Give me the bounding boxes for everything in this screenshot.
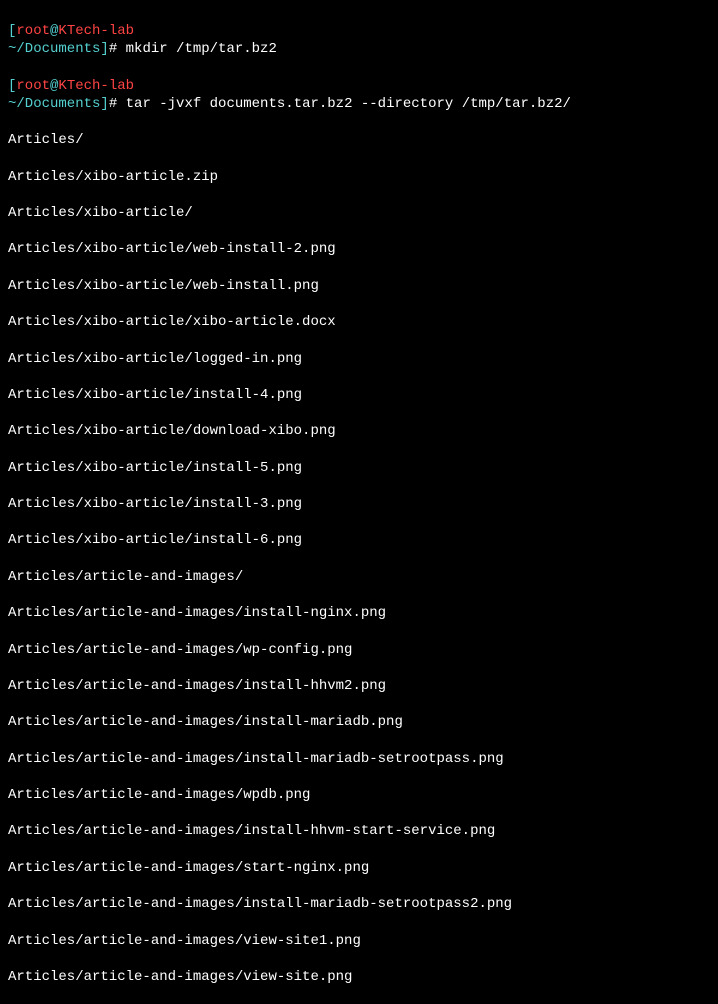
prompt-user: root [16, 78, 50, 94]
output-line: Articles/xibo-article/install-6.png [8, 531, 710, 549]
output-line: Articles/xibo-article/web-install-2.png [8, 240, 710, 258]
output-line: Articles/article-and-images/install-hhvm… [8, 677, 710, 695]
output-line: Articles/xibo-article/xibo-article.docx [8, 313, 710, 331]
output-line: Articles/xibo-article/install-4.png [8, 386, 710, 404]
bracket-close: ] [100, 41, 108, 57]
output-line: Articles/xibo-article/install-3.png [8, 495, 710, 513]
output-line: Articles/article-and-images/install-hhvm… [8, 822, 710, 840]
prompt-host: KTech-lab [58, 78, 134, 94]
bracket-close: ] [100, 96, 108, 112]
output-line: Articles/article-and-images/view-site.pn… [8, 968, 710, 986]
output-line: Articles/article-and-images/view-site1.p… [8, 932, 710, 950]
command-text: tar -jvxf documents.tar.bz2 --directory … [117, 96, 571, 112]
output-line: Articles/xibo-article/download-xibo.png [8, 422, 710, 440]
prompt-user: root [16, 23, 50, 39]
prompt-line-2: [root@KTech-lab ~/Documents]# tar -jvxf … [8, 77, 710, 113]
output-line: Articles/xibo-article/install-5.png [8, 459, 710, 477]
output-line: Articles/xibo-article/ [8, 204, 710, 222]
prompt-host: KTech-lab [58, 23, 134, 39]
prompt-hash: # [109, 96, 117, 112]
output-line: Articles/article-and-images/wp-config.pn… [8, 641, 710, 659]
output-line: Articles/xibo-article/logged-in.png [8, 350, 710, 368]
prompt-path: ~/Documents [8, 41, 100, 57]
output-line: Articles/article-and-images/install-mari… [8, 713, 710, 731]
output-line: Articles/article-and-images/install-mari… [8, 750, 710, 768]
prompt-path: ~/Documents [8, 96, 100, 112]
command-text: mkdir /tmp/tar.bz2 [117, 41, 277, 57]
output-line: Articles/article-and-images/start-nginx.… [8, 859, 710, 877]
output-line: Articles/article-and-images/install-mari… [8, 895, 710, 913]
output-line: Articles/xibo-article.zip [8, 168, 710, 186]
output-line: Articles/article-and-images/install-ngin… [8, 604, 710, 622]
output-line: Articles/ [8, 131, 710, 149]
output-line: Articles/article-and-images/ [8, 568, 710, 586]
prompt-line-1: [root@KTech-lab ~/Documents]# mkdir /tmp… [8, 22, 710, 58]
prompt-hash: # [109, 41, 117, 57]
output-line: Articles/xibo-article/web-install.png [8, 277, 710, 295]
output-line: Articles/article-and-images/wpdb.png [8, 786, 710, 804]
terminal-window[interactable]: [root@KTech-lab ~/Documents]# mkdir /tmp… [8, 4, 710, 1004]
